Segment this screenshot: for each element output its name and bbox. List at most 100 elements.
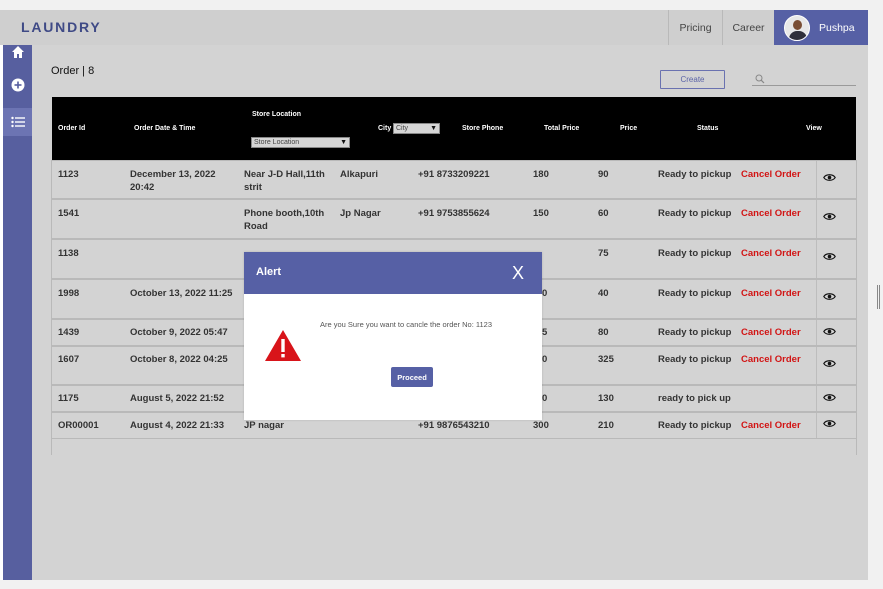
cell-store-location: Near J-D Hall,11th strit xyxy=(244,169,325,193)
cell-city: Alkapuri xyxy=(340,169,379,180)
eye-icon[interactable] xyxy=(823,212,836,224)
cell-price: 60 xyxy=(598,208,609,219)
cell-order-date: October 13, 2022 11:25 xyxy=(130,288,233,299)
header-order-id: Order Id xyxy=(58,125,86,132)
eye-icon[interactable] xyxy=(823,359,836,371)
cell-status: Ready to pickup xyxy=(658,327,732,338)
cell-price: 90 xyxy=(598,169,609,180)
cell-status: ready to pick up xyxy=(658,393,731,404)
city-select[interactable]: City ▼ xyxy=(393,123,440,134)
top-header: LAUNDRY Pricing Career Pushpa xyxy=(0,10,868,45)
header-city: City xyxy=(378,125,392,132)
cell-store-phone: +91 9876543210 xyxy=(418,420,490,431)
cell-price: 80 xyxy=(598,327,609,338)
cancel-order-button[interactable]: Cancel Order xyxy=(741,287,801,300)
header-store-phone: Store Phone xyxy=(462,125,504,132)
page-title: Order | 8 xyxy=(51,65,95,77)
eye-icon[interactable] xyxy=(823,252,836,264)
eye-icon[interactable] xyxy=(823,393,836,405)
sidebar xyxy=(3,45,32,580)
avatar xyxy=(784,14,810,41)
cancel-order-button[interactable]: Cancel Order xyxy=(741,247,801,260)
cancel-order-button[interactable]: Cancel Order xyxy=(741,168,801,181)
user-name: Pushpa xyxy=(819,21,855,34)
cell-status: Ready to pickup xyxy=(658,420,732,431)
header-status: Status xyxy=(697,125,719,132)
cell-price: 325 xyxy=(598,354,614,365)
cell-order-id: OR00001 xyxy=(58,420,99,431)
view-cell xyxy=(816,240,856,278)
create-button[interactable]: Create xyxy=(660,70,725,89)
cell-total-price: 0 xyxy=(542,354,548,365)
cell-order-date: October 8, 2022 04:25 xyxy=(130,354,228,365)
nav-career[interactable]: Career xyxy=(722,10,774,45)
cell-order-id: 1138 xyxy=(58,248,79,259)
cell-city: Jp Nagar xyxy=(340,208,381,219)
store-location-select[interactable]: Store Location ▼ xyxy=(251,137,350,148)
home-icon[interactable] xyxy=(3,45,32,59)
cell-total-price: 0 xyxy=(542,288,548,299)
search-icon xyxy=(755,71,765,89)
header-view: View xyxy=(806,125,822,132)
view-cell xyxy=(816,347,856,384)
cell-status: Ready to pickup xyxy=(658,169,732,180)
eye-icon[interactable] xyxy=(823,419,836,431)
resize-handle[interactable] xyxy=(877,285,880,309)
cancel-order-button[interactable]: Cancel Order xyxy=(741,207,801,220)
city-select-value: City xyxy=(396,125,409,132)
cell-store-phone: +91 9753855624 xyxy=(418,208,490,219)
cell-total-price: 150 xyxy=(533,208,549,219)
header-order-date: Order Date & Time xyxy=(134,125,196,132)
cell-price: 75 xyxy=(598,248,609,259)
cell-total-price: 300 xyxy=(533,420,549,431)
cell-store-phone: +91 8733209221 xyxy=(418,169,490,180)
close-icon[interactable]: X xyxy=(512,263,524,284)
cell-order-date: August 5, 2022 21:52 xyxy=(130,393,224,404)
cell-order-id: 1439 xyxy=(58,327,80,338)
cell-status: Ready to pickup xyxy=(658,208,732,219)
cell-order-id: 1175 xyxy=(58,393,79,404)
chevron-down-icon: ▼ xyxy=(340,139,347,146)
cell-order-id: 1998 xyxy=(58,288,80,299)
view-cell xyxy=(816,161,856,198)
cell-order-date: October 9, 2022 05:47 xyxy=(130,327,228,338)
eye-icon[interactable] xyxy=(823,173,836,185)
search-input[interactable] xyxy=(752,70,856,86)
list-icon[interactable] xyxy=(3,108,32,136)
table-row: 1123 December 13, 2022 20:42 Near J-D Ha… xyxy=(52,160,856,199)
cell-order-id: 1607 xyxy=(58,354,80,365)
cell-status: Ready to pickup xyxy=(658,288,732,299)
cell-status: Ready to pickup xyxy=(658,354,732,365)
header-store-location: Store Location xyxy=(252,111,302,118)
cell-store-location: JP nagar xyxy=(244,420,284,431)
view-cell xyxy=(816,200,856,238)
cancel-order-button[interactable]: Cancel Order xyxy=(741,353,801,366)
alert-dialog: Alert X Are you Sure you want to cancle … xyxy=(244,252,542,420)
table-row: 1541 Phone booth,10th Road Jp Nagar +91 … xyxy=(52,199,856,239)
dialog-header: Alert X xyxy=(244,252,542,294)
eye-icon[interactable] xyxy=(823,327,836,339)
view-cell xyxy=(816,280,856,318)
app-window: LAUNDRY Pricing Career Pushpa Order | 8 … xyxy=(0,10,868,580)
store-location-select-value: Store Location xyxy=(254,139,300,146)
brand-logo[interactable]: LAUNDRY xyxy=(21,19,102,35)
proceed-button[interactable]: Proceed xyxy=(391,367,433,387)
cell-total-price: 0 xyxy=(542,393,548,404)
cell-price: 130 xyxy=(598,393,614,404)
header-total-price: Total Price xyxy=(544,125,580,132)
cancel-order-button[interactable]: Cancel Order xyxy=(741,419,801,432)
plus-circle-icon[interactable] xyxy=(3,78,32,92)
cell-order-id: 1123 xyxy=(58,169,79,180)
nav-pricing[interactable]: Pricing xyxy=(668,10,722,45)
cell-price: 210 xyxy=(598,420,614,431)
table-border-right xyxy=(856,160,857,455)
table-header: Order Id Order Date & Time Store Locatio… xyxy=(52,97,856,160)
header-price: Price xyxy=(620,125,638,132)
cell-store-location: Phone booth,10th Road xyxy=(244,208,325,232)
cell-order-date: August 4, 2022 21:33 xyxy=(130,420,224,431)
user-menu[interactable]: Pushpa xyxy=(774,10,868,45)
view-cell xyxy=(816,386,856,411)
cancel-order-button[interactable]: Cancel Order xyxy=(741,326,801,339)
dialog-title: Alert xyxy=(256,266,282,278)
eye-icon[interactable] xyxy=(823,292,836,304)
